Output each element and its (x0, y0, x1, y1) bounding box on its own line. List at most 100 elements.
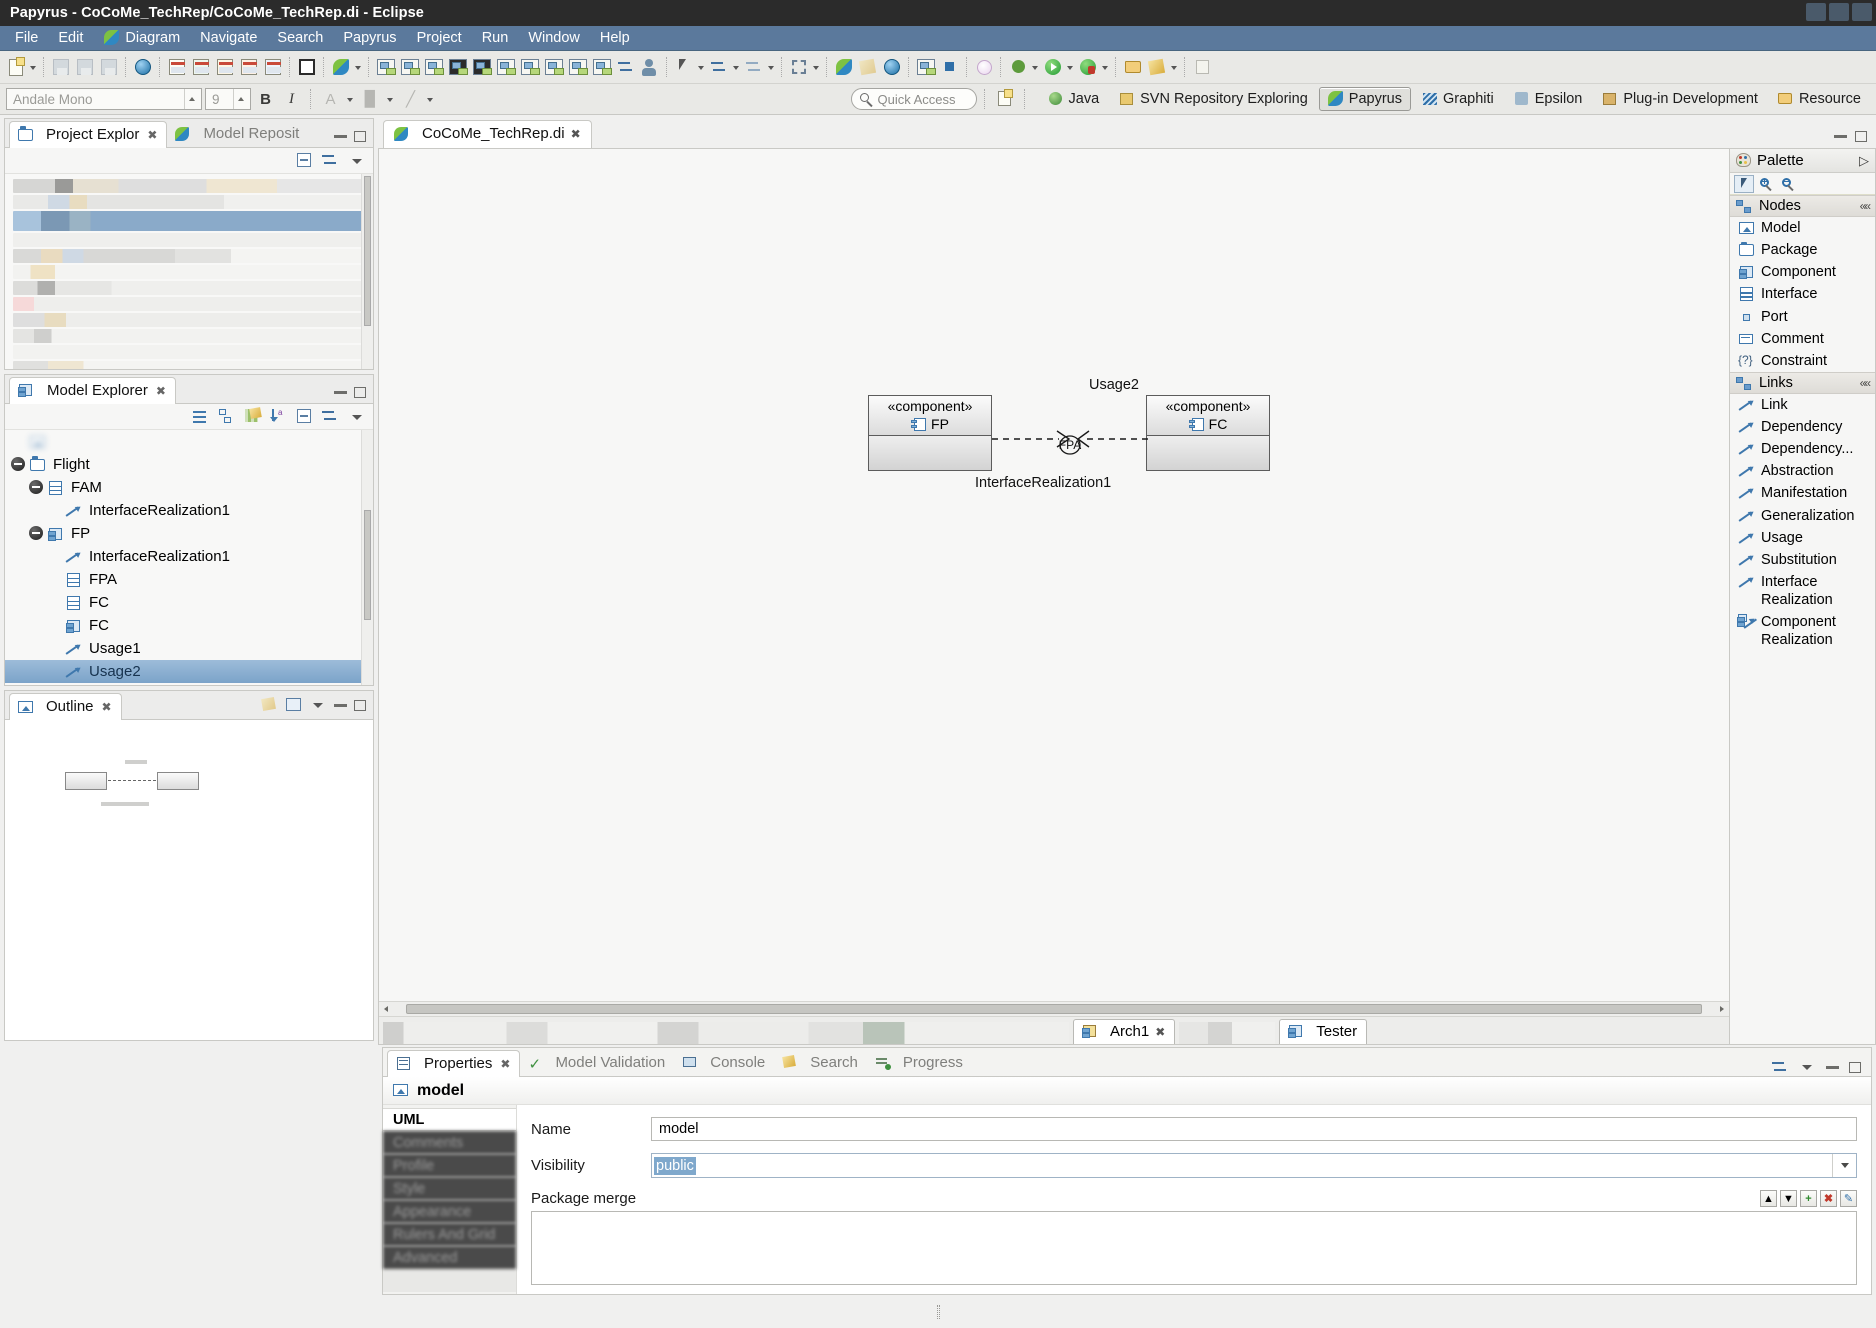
perspective-svn[interactable]: SVN Repository Exploring (1110, 87, 1317, 111)
sort-az-icon[interactable]: a (270, 408, 287, 425)
new-activity-diagram-icon[interactable] (214, 56, 236, 78)
select-tool-icon[interactable] (1734, 174, 1754, 193)
open-browser-icon[interactable] (132, 56, 154, 78)
menu-file[interactable]: File (6, 28, 47, 48)
debug-bug-dropdown-arrow[interactable] (1030, 56, 1041, 78)
properties-tab-style[interactable]: Style (383, 1177, 516, 1200)
menu-search[interactable]: Search (268, 28, 332, 48)
debug-bug-icon[interactable] (1007, 56, 1029, 78)
papyrus-icon[interactable] (833, 56, 855, 78)
perspective-graphiti[interactable]: Graphiti (1413, 87, 1503, 111)
outline-thumbnail[interactable] (5, 720, 373, 1040)
palette-item-manifestation[interactable]: Manifestation (1730, 482, 1875, 504)
debug-dropdown-arrow[interactable] (1100, 56, 1111, 78)
properties-tab-rulersandgrid[interactable]: Rulers And Grid (383, 1223, 516, 1246)
visibility-combo[interactable]: public (651, 1153, 1857, 1178)
uml-port-icon[interactable] (495, 56, 517, 78)
resize-grip[interactable] (936, 1304, 940, 1319)
show-view-icon[interactable] (296, 56, 318, 78)
sheet-tab-tester[interactable]: Tester (1279, 1019, 1368, 1044)
close-window-button[interactable] (1852, 3, 1872, 21)
uml-import-icon[interactable] (423, 56, 445, 78)
collapse-all-icon[interactable] (296, 152, 313, 169)
new-wizard-dropdown-arrow[interactable] (28, 56, 39, 78)
menu-navigate[interactable]: Navigate (191, 28, 266, 48)
palette-body[interactable]: Nodes «« Model Package Component Interface Por… (1730, 195, 1875, 1044)
collapse-node-icon[interactable] (29, 526, 44, 541)
sheet-tab-arch1[interactable]: Arch1 ✖ (1073, 1019, 1176, 1044)
perspective-java[interactable]: Java (1039, 87, 1109, 111)
palette-item-abstraction[interactable]: Abstraction (1730, 460, 1875, 482)
open-perspective-icon[interactable] (994, 88, 1016, 110)
close-icon[interactable]: ✖ (102, 700, 112, 714)
menu-run[interactable]: Run (473, 28, 518, 48)
save-all-icon[interactable] (74, 56, 96, 78)
menu-project[interactable]: Project (408, 28, 471, 48)
route-icon[interactable] (708, 56, 730, 78)
pointer-icon[interactable] (673, 56, 695, 78)
package-merge-list[interactable] (531, 1211, 1857, 1285)
palette-item-port[interactable]: Port (1730, 306, 1875, 328)
outline-icon[interactable] (915, 56, 937, 78)
menu-diagram[interactable]: Diagram (94, 28, 189, 48)
add-icon[interactable]: + (1800, 1190, 1817, 1207)
palette-item-generalization[interactable]: Generalization (1730, 505, 1875, 527)
zoom-dropdown-arrow[interactable] (811, 56, 822, 78)
project-explorer-tree[interactable] (5, 174, 373, 369)
quick-access-input[interactable]: Quick Access (850, 88, 977, 110)
diagram-canvas[interactable]: Usage2 InterfaceRealization1 «component»… (379, 149, 1729, 1001)
tab-console[interactable]: Console (674, 1050, 774, 1076)
maximize-window-button[interactable] (1829, 3, 1849, 21)
square-icon[interactable] (939, 56, 961, 78)
model-explorer-tree[interactable]: Flight FAM InterfaceRealization1 FP Interfac… (5, 430, 373, 685)
font-name-combo[interactable]: Andale Mono (6, 88, 202, 110)
tab-model-repository[interactable]: Model Reposit (167, 121, 308, 147)
show-properties-icon[interactable] (192, 408, 209, 425)
globe-icon[interactable] (881, 56, 903, 78)
link-with-editor-icon[interactable] (322, 152, 339, 169)
line-color-dropdown-arrow[interactable] (425, 88, 436, 110)
palette-item-package[interactable]: Package (1730, 239, 1875, 261)
tree-item-interfacerealization1[interactable]: InterfaceRealization1 (5, 545, 373, 568)
view-menu-icon[interactable] (310, 697, 327, 714)
uml-collab-icon[interactable] (519, 56, 541, 78)
usage-label[interactable]: Usage2 (1089, 377, 1139, 393)
collapse-node-icon[interactable] (29, 480, 44, 495)
tree-row-redacted[interactable] (5, 430, 373, 453)
tab-properties[interactable]: Properties ✖ (387, 1050, 521, 1077)
font-size-combo[interactable]: 9 (205, 88, 251, 110)
view-menu-icon[interactable] (1799, 1059, 1816, 1076)
diagram-horizontal-scrollbar[interactable] (379, 1001, 1729, 1016)
new-statemachine-diagram-icon[interactable] (238, 56, 260, 78)
interface-realization-label[interactable]: InterfaceRealization1 (975, 475, 1111, 491)
palette-item-dependency[interactable]: Dependency... (1730, 438, 1875, 460)
tab-search[interactable]: Search (774, 1050, 867, 1076)
assembly-connector[interactable]: FPA (979, 417, 1159, 477)
collapse-node-icon[interactable] (11, 457, 26, 472)
pointer-dropdown-arrow[interactable] (696, 56, 707, 78)
edit-icon[interactable] (244, 407, 262, 425)
tree-item-fam[interactable]: FAM (5, 476, 373, 499)
italic-button[interactable]: I (280, 88, 303, 111)
run-icon[interactable] (1042, 56, 1064, 78)
uml-artifact-icon[interactable] (567, 56, 589, 78)
pencil-icon[interactable] (1146, 56, 1168, 78)
tab-model-validation[interactable]: ✓ Model Validation (520, 1050, 674, 1076)
papyrus-dropdown-arrow[interactable] (353, 56, 364, 78)
component-fc[interactable]: «component» FC (1146, 395, 1270, 471)
model-explorer-scrollbar[interactable] (361, 430, 373, 685)
maximize-icon[interactable] (1855, 131, 1867, 142)
save-icon[interactable] (50, 56, 72, 78)
palette-item-interface[interactable]: Interface (1730, 283, 1875, 305)
run-dropdown-arrow[interactable] (1065, 56, 1076, 78)
zoom-out-tool-icon[interactable] (1778, 175, 1798, 193)
new-table-icon[interactable] (262, 56, 284, 78)
tree-item-interfacerealization1[interactable]: InterfaceRealization1 (5, 499, 373, 522)
fill-color-icon[interactable]: ▉ (359, 88, 382, 111)
close-icon[interactable]: ✖ (571, 127, 581, 141)
link-with-editor-icon[interactable] (322, 408, 339, 425)
uml-component-icon[interactable] (447, 56, 469, 78)
font-name-spinner[interactable] (184, 89, 199, 109)
project-explorer-scrollbar[interactable] (361, 174, 373, 369)
menu-window[interactable]: Window (519, 28, 589, 48)
